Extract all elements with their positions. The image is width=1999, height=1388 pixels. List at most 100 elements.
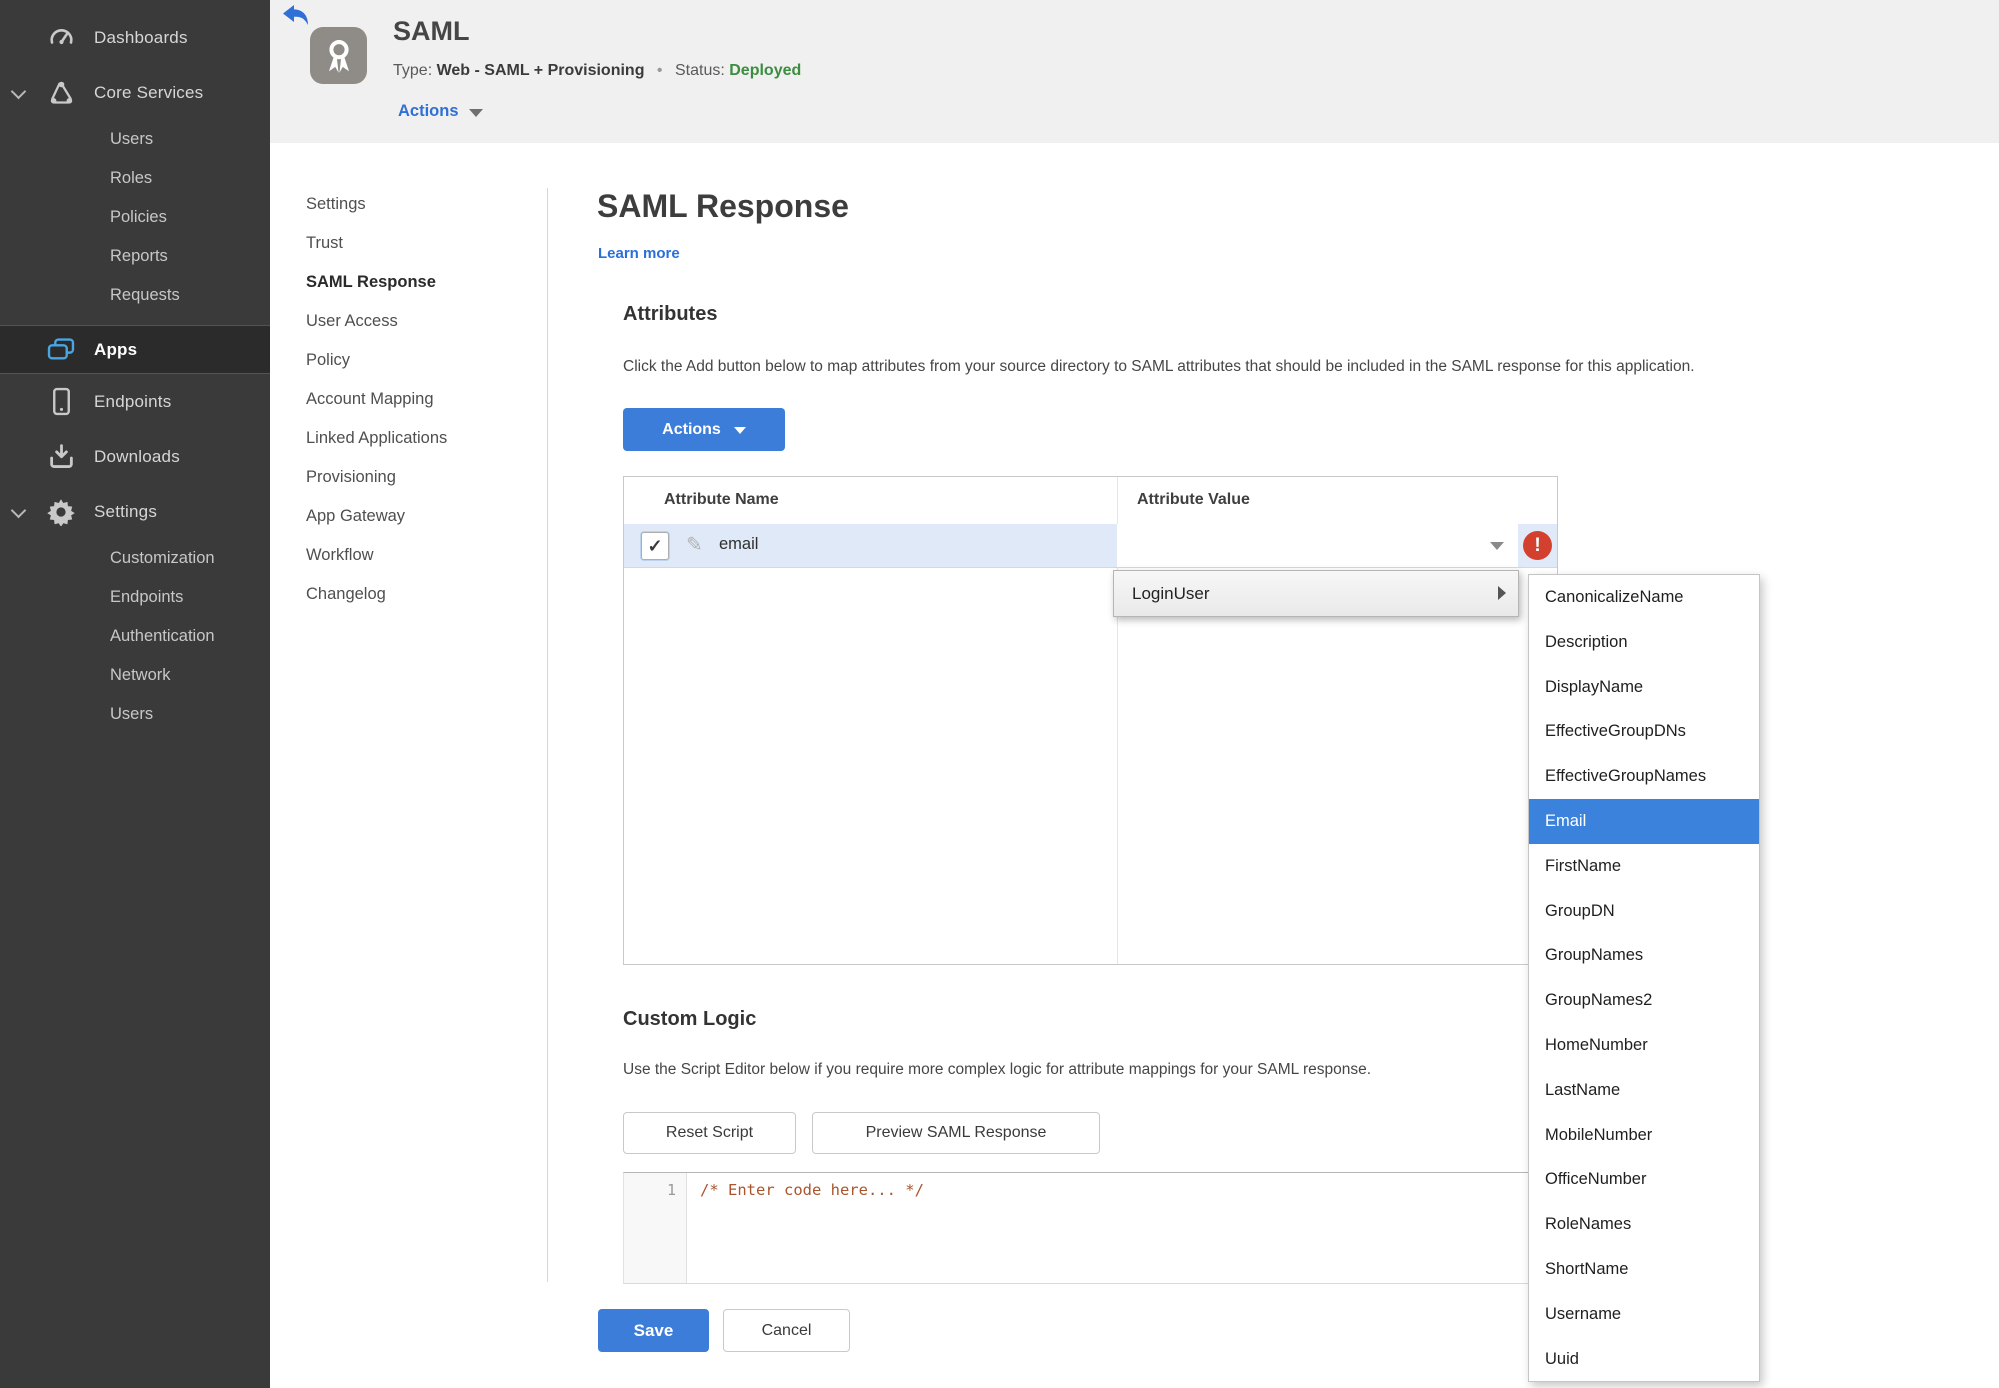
editor-code: /* Enter code here... */ xyxy=(700,1181,924,1199)
custom-logic-description: Use the Script Editor below if you requi… xyxy=(623,1061,1372,1078)
submenu-item-label: DisplayName xyxy=(1545,677,1644,696)
subnav-item-settings[interactable]: Settings xyxy=(306,185,536,224)
attributes-actions-button[interactable]: Actions xyxy=(623,408,785,451)
submenu-item-firstname[interactable]: FirstName xyxy=(1529,844,1759,889)
app-window: Dashboards Core Services Users Roles Pol… xyxy=(0,0,1999,1388)
subnav-item-label: App Gateway xyxy=(306,507,406,525)
attribute-name-cell: email xyxy=(719,535,759,553)
sidebar-item-apps[interactable]: Apps xyxy=(0,325,270,374)
subnav-item-policy[interactable]: Policy xyxy=(306,341,536,380)
column-header-attribute-value: Attribute Value xyxy=(1137,491,1250,508)
submenu-item-effectivegroupdns[interactable]: EffectiveGroupDNs xyxy=(1529,709,1759,754)
core-services-icon xyxy=(45,79,77,106)
submenu-item-homenumber[interactable]: HomeNumber xyxy=(1529,1023,1759,1068)
subnav-item-changelog[interactable]: Changelog xyxy=(306,575,536,614)
sidebar-item-requests[interactable]: Requests xyxy=(0,276,270,315)
chevron-down-icon[interactable] xyxy=(10,83,27,99)
attributes-description: Click the Add button below to map attrib… xyxy=(623,358,1695,375)
sidebar-item-network[interactable]: Network xyxy=(0,656,270,695)
subnav-item-label: User Access xyxy=(306,312,398,330)
subnav-item-trust[interactable]: Trust xyxy=(306,224,536,263)
submenu-item-label: LastName xyxy=(1545,1080,1621,1099)
subnav-item-label: Linked Applications xyxy=(306,429,448,447)
save-button[interactable]: Save xyxy=(598,1309,709,1352)
subnav-item-saml-response[interactable]: SAML Response xyxy=(306,263,536,302)
sidebar-item-customization[interactable]: Customization xyxy=(0,539,270,578)
sidebar-item-users[interactable]: Users xyxy=(0,120,270,159)
sidebar-item-endpoints[interactable]: Endpoints xyxy=(0,578,270,617)
back-arrow-icon[interactable] xyxy=(282,4,309,30)
learn-more-link[interactable]: Learn more xyxy=(598,245,680,262)
subnav-item-app-gateway[interactable]: App Gateway xyxy=(306,497,536,536)
submenu-item-officenumber[interactable]: OfficeNumber xyxy=(1529,1157,1759,1202)
submenu-item-rolenames[interactable]: RoleNames xyxy=(1529,1202,1759,1247)
loginuser-menu[interactable]: LoginUser xyxy=(1113,570,1519,617)
sidebar-item-endpoints[interactable]: Endpoints xyxy=(0,374,270,429)
attributes-table: Attribute Name Attribute Value ✎ email xyxy=(623,476,1558,965)
chevron-down-icon xyxy=(1490,542,1504,550)
submenu-item-mobilenumber[interactable]: MobileNumber xyxy=(1529,1113,1759,1158)
downloads-icon xyxy=(45,443,77,470)
line-number: 1 xyxy=(666,1181,676,1199)
submenu-item-label: Email xyxy=(1545,811,1587,830)
submenu-item-label: GroupNames2 xyxy=(1545,991,1653,1010)
sidebar: Dashboards Core Services Users Roles Pol… xyxy=(0,0,270,1388)
apps-icon xyxy=(45,337,77,362)
sidebar-item-label: Policies xyxy=(110,208,167,226)
submenu-item-label: HomeNumber xyxy=(1545,1035,1648,1054)
submenu-item-shortname[interactable]: ShortName xyxy=(1529,1247,1759,1292)
submenu-item-email[interactable]: Email xyxy=(1529,798,1759,844)
preview-saml-response-button[interactable]: Preview SAML Response xyxy=(812,1112,1100,1154)
subnav-item-provisioning[interactable]: Provisioning xyxy=(306,458,536,497)
submenu-item-groupnames[interactable]: GroupNames xyxy=(1529,933,1759,978)
sidebar-item-downloads[interactable]: Downloads xyxy=(0,429,270,484)
sidebar-item-reports[interactable]: Reports xyxy=(0,237,270,276)
submenu-item-uuid[interactable]: Uuid xyxy=(1529,1337,1759,1382)
sidebar-item-label: Endpoints xyxy=(94,391,172,411)
submenu-item-label: Username xyxy=(1545,1304,1622,1323)
app-meta: Type: Web - SAML + Provisioning • Status… xyxy=(393,62,801,80)
sidebar-item-dashboards[interactable]: Dashboards xyxy=(0,10,270,65)
subnav-item-account-mapping[interactable]: Account Mapping xyxy=(306,380,536,419)
submenu-item-groupnames2[interactable]: GroupNames2 xyxy=(1529,978,1759,1023)
subnav-item-user-access[interactable]: User Access xyxy=(306,302,536,341)
sidebar-item-label: Users xyxy=(110,130,154,148)
subnav-divider xyxy=(547,188,548,1282)
type-value: Web - SAML + Provisioning xyxy=(436,62,645,79)
chevron-down-icon[interactable] xyxy=(10,502,27,518)
sidebar-item-settings[interactable]: Settings xyxy=(0,484,270,539)
submenu-item-effectivegroupnames[interactable]: EffectiveGroupNames xyxy=(1529,754,1759,799)
submenu-item-canonicalizename[interactable]: CanonicalizeName xyxy=(1529,575,1759,620)
sidebar-item-core-services[interactable]: Core Services xyxy=(0,65,270,120)
table-row[interactable]: ✎ email xyxy=(624,524,1557,568)
submenu-item-label: FirstName xyxy=(1545,856,1622,875)
subnav-item-label: Trust xyxy=(306,234,343,252)
subnav-item-linked-applications[interactable]: Linked Applications xyxy=(306,419,536,458)
submenu-item-username[interactable]: Username xyxy=(1529,1292,1759,1337)
settings-gear-icon xyxy=(45,498,77,526)
subnav-item-label: Provisioning xyxy=(306,468,396,486)
submenu-item-label: GroupDN xyxy=(1545,901,1615,920)
sidebar-item-label: Network xyxy=(110,666,171,684)
app-header: SAML Type: Web - SAML + Provisioning • S… xyxy=(270,0,1999,143)
cancel-button[interactable]: Cancel xyxy=(723,1309,850,1352)
submenu-item-lastname[interactable]: LastName xyxy=(1529,1068,1759,1113)
sidebar-item-authentication[interactable]: Authentication xyxy=(0,617,270,656)
submenu-item-description[interactable]: Description xyxy=(1529,620,1759,665)
subnav-item-workflow[interactable]: Workflow xyxy=(306,536,536,575)
subnav-item-label: Settings xyxy=(306,195,366,213)
subnav-item-label: SAML Response xyxy=(306,273,436,291)
sidebar-item-roles[interactable]: Roles xyxy=(0,159,270,198)
script-editor[interactable]: 1 /* Enter code here... */ xyxy=(623,1172,1558,1284)
attribute-submenu: CanonicalizeName Description DisplayName… xyxy=(1528,574,1760,1383)
sidebar-item-users[interactable]: Users xyxy=(0,695,270,734)
attribute-value-dropdown[interactable] xyxy=(1117,524,1518,567)
header-actions-button[interactable]: Actions xyxy=(398,102,483,121)
row-checkbox[interactable] xyxy=(641,532,669,560)
submenu-item-groupdn[interactable]: GroupDN xyxy=(1529,889,1759,934)
reset-script-button[interactable]: Reset Script xyxy=(623,1112,796,1154)
app-icon xyxy=(310,27,367,84)
sidebar-item-policies[interactable]: Policies xyxy=(0,198,270,237)
sidebar-item-label: Customization xyxy=(110,549,215,567)
submenu-item-displayname[interactable]: DisplayName xyxy=(1529,665,1759,710)
